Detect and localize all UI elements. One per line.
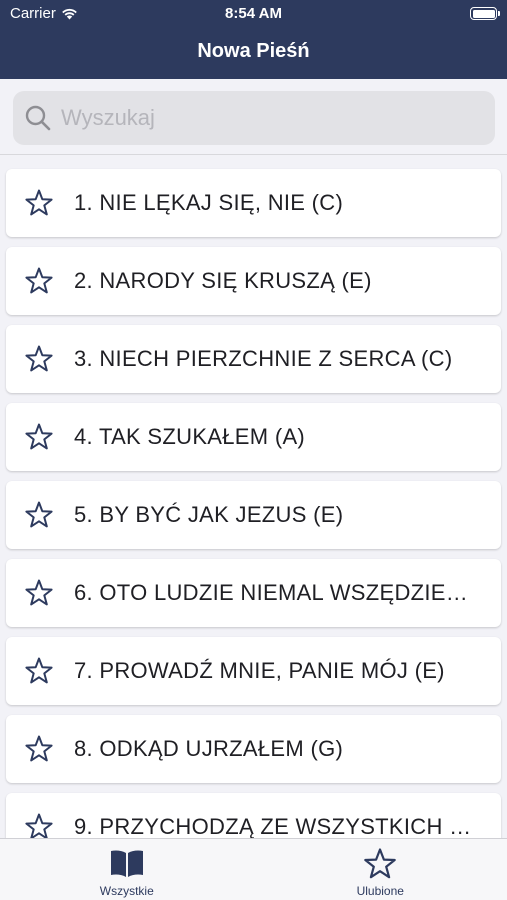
song-row[interactable]: 7. PROWADŹ MNIE, PANIE MÓJ (E) [6, 637, 501, 705]
star-icon [364, 848, 397, 879]
tab-bar: Wszystkie Ulubione [0, 838, 507, 900]
tab-favorites-label: Ulubione [356, 884, 404, 898]
star-icon[interactable] [24, 578, 54, 608]
star-icon[interactable] [24, 344, 54, 374]
search-bar[interactable] [13, 91, 495, 145]
song-row[interactable]: 6. OTO LUDZIE NIEMAL WSZĘDZIE… [6, 559, 501, 627]
song-title: 2. NARODY SIĘ KRUSZĄ (E) [74, 268, 372, 293]
search-area [0, 79, 507, 155]
search-input[interactable] [61, 105, 495, 131]
tab-all-label: Wszystkie [99, 884, 154, 898]
song-row[interactable]: 4. TAK SZUKAŁEM (A) [6, 403, 501, 471]
tab-all[interactable]: Wszystkie [0, 839, 254, 900]
song-title: 3. NIECH PIERZCHNIE Z SERCA (C) [74, 346, 453, 371]
song-list[interactable]: 1. NIE LĘKAJ SIĘ, NIE (C) 2. NARODY SIĘ … [0, 156, 507, 838]
tab-favorites[interactable]: Ulubione [254, 839, 507, 900]
search-icon [25, 105, 51, 131]
star-icon[interactable] [24, 734, 54, 764]
battery-icon [470, 7, 500, 20]
song-row[interactable]: 3. NIECH PIERZCHNIE Z SERCA (C) [6, 325, 501, 393]
app: Carrier 8:54 AM Nowa Pieśń Wyszukaj 1. N… [0, 0, 507, 900]
song-title: 6. OTO LUDZIE NIEMAL WSZĘDZIE… [74, 580, 469, 605]
star-icon[interactable] [24, 422, 54, 452]
header: Carrier 8:54 AM Nowa Pieśń [0, 0, 507, 79]
song-title: 8. ODKĄD UJRZAŁEM (G) [74, 736, 344, 761]
star-icon[interactable] [24, 656, 54, 686]
star-icon[interactable] [24, 500, 54, 530]
song-title: 4. TAK SZUKAŁEM (A) [74, 424, 306, 449]
song-title: 7. PROWADŹ MNIE, PANIE MÓJ (E) [74, 658, 445, 683]
battery-level [472, 9, 495, 18]
song-row[interactable]: 8. ODKĄD UJRZAŁEM (G) [6, 715, 501, 783]
song-row[interactable]: 1. NIE LĘKAJ SIĘ, NIE (C) [6, 169, 501, 237]
page-title: Nowa Pieśń [197, 40, 310, 62]
song-title: 1. NIE LĘKAJ SIĘ, NIE (C) [74, 190, 344, 215]
star-icon[interactable] [24, 812, 54, 838]
star-icon[interactable] [24, 188, 54, 218]
status-bar: Carrier 8:54 AM [0, 0, 507, 28]
song-title: 9. PRZYCHODZĄ ZE WSZYSTKICH … [74, 814, 472, 838]
song-row[interactable]: 2. NARODY SIĘ KRUSZĄ (E) [6, 247, 501, 315]
song-row[interactable]: 5. BY BYĆ JAK JEZUS (E) [6, 481, 501, 549]
star-icon[interactable] [24, 266, 54, 296]
clock: 8:54 AM [225, 5, 282, 22]
song-row[interactable]: 9. PRZYCHODZĄ ZE WSZYSTKICH … [6, 793, 501, 838]
book-icon [110, 850, 143, 877]
song-title: 5. BY BYĆ JAK JEZUS (E) [74, 502, 344, 527]
